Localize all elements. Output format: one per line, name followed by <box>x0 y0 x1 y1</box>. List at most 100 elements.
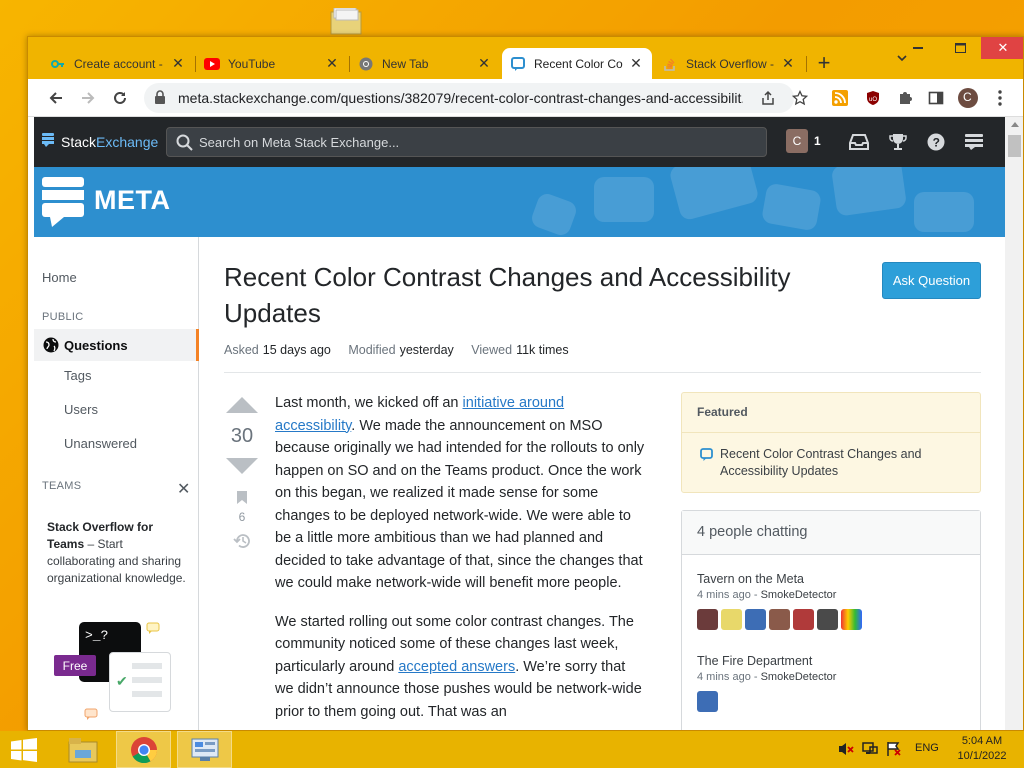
chat-room-user[interactable]: SmokeDetector <box>761 589 837 601</box>
nav-unanswered[interactable]: Unanswered <box>64 436 137 451</box>
control-panel-icon[interactable] <box>177 731 232 768</box>
nav-tags[interactable]: Tags <box>64 368 91 383</box>
url-text[interactable]: meta.stackexchange.com/questions/382079/… <box>178 90 743 106</box>
site-switcher-icon[interactable] <box>963 131 985 153</box>
meta-logo-icon[interactable] <box>42 177 84 232</box>
taskbar: ENG 5:04 AM 10/1/2022 <box>0 731 1024 768</box>
help-icon[interactable]: ? <box>925 131 947 153</box>
desktop-folder-icon[interactable] <box>330 8 364 36</box>
reload-icon[interactable] <box>108 86 132 110</box>
file-explorer-icon[interactable] <box>55 731 110 768</box>
avatar[interactable] <box>697 691 718 712</box>
action-center-flag-icon[interactable] <box>886 741 902 760</box>
start-button[interactable] <box>0 731 48 768</box>
bookmark-star-icon[interactable] <box>788 86 812 110</box>
new-tab-button[interactable]: + <box>812 52 836 76</box>
avatar[interactable] <box>769 609 790 630</box>
volume-muted-icon[interactable] <box>838 741 854 760</box>
tab-close-icon[interactable]: ✕ <box>170 55 186 72</box>
chat-avatars <box>697 691 977 712</box>
upvote-arrow-icon[interactable] <box>226 397 258 413</box>
chat-room-separator: - <box>750 589 761 601</box>
nav-section-teams: TEAMS <box>42 480 82 492</box>
page-scrollbar[interactable] <box>1005 117 1023 730</box>
tab-stack-overflow[interactable]: Stack Overflow - ✕ <box>654 48 804 79</box>
avatar[interactable] <box>721 609 742 630</box>
extensions-puzzle-icon[interactable] <box>893 86 917 110</box>
back-icon[interactable] <box>44 86 68 110</box>
avatar[interactable] <box>817 609 838 630</box>
meta-chat-icon <box>510 56 526 72</box>
share-icon[interactable] <box>756 86 780 110</box>
scrollbar-thumb[interactable] <box>1008 135 1021 157</box>
side-panel-icon[interactable] <box>924 86 948 110</box>
profile-avatar[interactable]: C <box>956 86 980 110</box>
featured-box: Featured Recent Color Contrast Changes a… <box>681 392 981 493</box>
tab-close-icon[interactable]: ✕ <box>324 55 340 72</box>
tab-label: YouTube <box>228 56 276 71</box>
chat-room-name[interactable]: The Fire Department <box>697 654 977 668</box>
avatar[interactable] <box>745 609 766 630</box>
meta-site-title[interactable]: META <box>94 185 171 216</box>
chat-bubble-icon <box>84 708 98 724</box>
modified-value[interactable]: yesterday <box>400 343 454 357</box>
stackexchange-logo[interactable]: Stack Exchange <box>42 133 158 150</box>
downvote-arrow-icon[interactable] <box>226 458 258 474</box>
search-icon <box>176 134 193 154</box>
maximize-button[interactable] <box>940 37 980 59</box>
reputation-count[interactable]: 1 <box>814 134 821 148</box>
teams-close-icon[interactable]: ✕ <box>177 479 190 499</box>
featured-item-link[interactable]: Recent Color Contrast Changes and Access… <box>720 446 970 480</box>
browser-menu-icon[interactable] <box>988 86 1012 110</box>
avatar[interactable] <box>793 609 814 630</box>
left-sidebar: Home PUBLIC Questions Tags Users Unanswe… <box>34 237 199 730</box>
meta-banner: META <box>34 167 1005 237</box>
window-close-button[interactable]: ✕ <box>981 37 1023 59</box>
ublock-extension-icon[interactable]: uO <box>861 86 885 110</box>
accepted-answers-link[interactable]: accepted answers <box>398 659 515 675</box>
asked-value[interactable]: 15 days ago <box>263 343 331 357</box>
achievements-trophy-icon[interactable] <box>887 131 909 153</box>
forward-icon[interactable] <box>76 86 100 110</box>
ask-question-button[interactable]: Ask Question <box>882 262 981 299</box>
nav-questions[interactable]: Questions <box>34 329 199 361</box>
tab-close-icon[interactable]: ✕ <box>476 55 492 72</box>
lock-icon[interactable] <box>154 90 166 107</box>
address-bar[interactable]: meta.stackexchange.com/questions/382079/… <box>144 83 794 113</box>
rss-extension-icon[interactable] <box>828 86 852 110</box>
tab-close-icon[interactable]: ✕ <box>780 55 796 72</box>
tab-new-tab[interactable]: New Tab ✕ <box>350 48 500 79</box>
chat-room: The Fire Department 4 mins ago - SmokeDe… <box>697 654 977 712</box>
tab-youtube[interactable]: YouTube ✕ <box>196 48 348 79</box>
site-search-input[interactable]: Search on Meta Stack Exchange... <box>166 127 767 157</box>
chat-room-name[interactable]: Tavern on the Meta <box>697 572 977 586</box>
chat-room-user[interactable]: SmokeDetector <box>761 671 837 683</box>
post-text: . We made the announcement on MSO becaus… <box>275 417 645 592</box>
chat-heading[interactable]: 4 people chatting <box>682 511 980 555</box>
language-indicator[interactable]: ENG <box>915 742 939 754</box>
scroll-up-icon[interactable] <box>1011 122 1019 127</box>
tab-label: New Tab <box>382 56 429 71</box>
chrome-taskbar-icon[interactable] <box>116 731 171 768</box>
history-icon[interactable] <box>224 532 260 553</box>
tab-recent-color[interactable]: Recent Color Co ✕ <box>502 48 652 79</box>
clock-date: 10/1/2022 <box>957 750 1007 762</box>
teams-illustration: >_? Free ✔ <box>54 622 174 730</box>
nav-questions-label: Questions <box>64 338 128 353</box>
inbox-icon[interactable] <box>848 131 870 153</box>
tab-create-account[interactable]: Create account - ✕ <box>42 48 194 79</box>
key-icon <box>50 56 66 72</box>
minimize-button[interactable] <box>898 37 938 59</box>
avatar[interactable] <box>697 609 718 630</box>
browser-toolbar: meta.stackexchange.com/questions/382079/… <box>28 79 1023 117</box>
question-title[interactable]: Recent Color Contrast Changes and Access… <box>224 259 824 331</box>
network-icon[interactable] <box>862 741 878 760</box>
tab-close-icon[interactable]: ✕ <box>628 55 644 72</box>
bookmark-icon[interactable] <box>224 490 260 508</box>
avatar[interactable] <box>841 609 862 630</box>
user-avatar[interactable]: C <box>786 129 808 153</box>
nav-users[interactable]: Users <box>64 402 98 417</box>
clock[interactable]: 5:04 AM 10/1/2022 <box>952 734 1012 764</box>
stackexchange-logo-icon <box>42 133 54 150</box>
nav-home[interactable]: Home <box>42 270 77 285</box>
